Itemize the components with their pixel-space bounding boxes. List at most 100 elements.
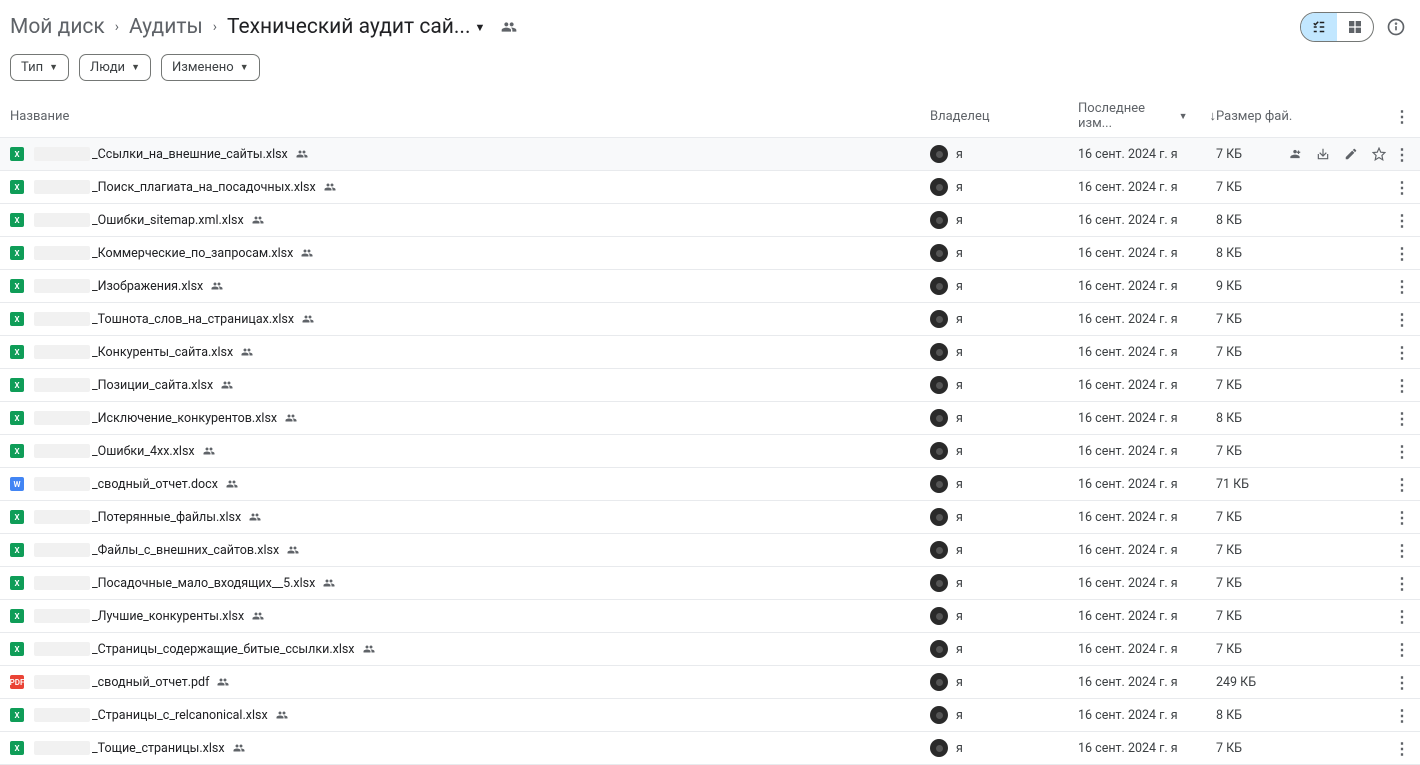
- share-icon[interactable]: [1288, 147, 1302, 161]
- list-view-button[interactable]: [1301, 13, 1337, 41]
- file-row[interactable]: X _Файлы_с_внешних_сайтов.xlsx я 16 сент…: [0, 534, 1420, 567]
- file-row[interactable]: X _Лучшие_конкуренты.xlsx я 16 сент. 202…: [0, 600, 1420, 633]
- shared-icon: [217, 676, 229, 688]
- xlsx-file-icon: X: [10, 378, 24, 392]
- avatar: [930, 508, 948, 526]
- breadcrumb-item-0[interactable]: Мой диск: [10, 15, 105, 39]
- row-more-button[interactable]: ⋮: [1396, 277, 1410, 296]
- file-row[interactable]: X _Ошибки_4xx.xlsx я 16 сент. 2024 г. я …: [0, 435, 1420, 468]
- row-more-button[interactable]: ⋮: [1396, 178, 1410, 197]
- col-header-name[interactable]: Название: [10, 109, 930, 124]
- file-size: 7 КБ: [1216, 642, 1396, 657]
- row-more-button[interactable]: ⋮: [1396, 211, 1410, 230]
- row-more-button[interactable]: ⋮: [1396, 475, 1410, 494]
- folder-shared-icon[interactable]: [501, 19, 517, 35]
- xlsx-file-icon: X: [10, 345, 24, 359]
- col-header-size[interactable]: Размер фай.: [1216, 109, 1396, 124]
- file-row[interactable]: X _Ссылки_на_внешние_сайты.xlsx я 16 сен…: [0, 138, 1420, 171]
- row-more-button[interactable]: ⋮: [1396, 607, 1410, 626]
- shared-icon: [203, 445, 215, 457]
- owner-label: я: [956, 345, 963, 360]
- xlsx-file-icon: X: [10, 411, 24, 425]
- file-size: 7 КБ: [1216, 543, 1396, 558]
- file-name: _Ошибки_sitemap.xml.xlsx: [92, 213, 930, 228]
- file-size: 7 КБ: [1216, 147, 1396, 162]
- file-row[interactable]: X _Страницы_содержащие_битые_ссылки.xlsx…: [0, 633, 1420, 666]
- row-more-button[interactable]: ⋮: [1396, 673, 1410, 692]
- file-row[interactable]: X _Исключение_конкурентов.xlsx я 16 сент…: [0, 402, 1420, 435]
- file-list: X _Ссылки_на_внешние_сайты.xlsx я 16 сен…: [0, 138, 1420, 765]
- file-row[interactable]: X _Потерянные_файлы.xlsx я 16 сент. 2024…: [0, 501, 1420, 534]
- breadcrumb-item-1[interactable]: Аудиты: [129, 15, 203, 39]
- file-name: _Позиции_сайта.xlsx: [92, 378, 930, 393]
- file-size: 7 КБ: [1216, 741, 1396, 756]
- filter-people[interactable]: Люди ▼: [79, 54, 151, 81]
- file-modified: 16 сент. 2024 г. я: [1078, 378, 1216, 393]
- file-modified: 16 сент. 2024 г. я: [1078, 246, 1216, 261]
- file-modified: 16 сент. 2024 г. я: [1078, 741, 1216, 756]
- xlsx-file-icon: X: [10, 312, 24, 326]
- avatar: [930, 310, 948, 328]
- file-name: _Файлы_с_внешних_сайтов.xlsx: [92, 543, 930, 558]
- chevron-right-icon: ›: [115, 19, 119, 35]
- header-more-button[interactable]: ⋮: [1396, 107, 1410, 126]
- row-more-button[interactable]: ⋮: [1396, 376, 1410, 395]
- row-more-button[interactable]: ⋮: [1396, 442, 1410, 461]
- file-name: _сводный_отчет.docx: [92, 477, 930, 492]
- row-more-button[interactable]: ⋮: [1396, 640, 1410, 659]
- row-more-button[interactable]: ⋮: [1396, 244, 1410, 263]
- row-more-button[interactable]: ⋮: [1396, 706, 1410, 725]
- redacted-prefix: [34, 741, 90, 755]
- row-more-button[interactable]: ⋮: [1396, 739, 1410, 758]
- redacted-prefix: [34, 708, 90, 722]
- col-header-modified-label: Последнее изм...: [1078, 101, 1175, 131]
- file-name: _Страницы_содержащие_битые_ссылки.xlsx: [92, 642, 930, 657]
- row-more-button[interactable]: ⋮: [1396, 145, 1410, 164]
- col-header-owner[interactable]: Владелец: [930, 109, 1078, 124]
- row-more-button[interactable]: ⋮: [1396, 541, 1410, 560]
- filter-type[interactable]: Тип ▼: [10, 54, 69, 81]
- owner-label: я: [956, 279, 963, 294]
- file-owner: я: [930, 574, 1078, 592]
- row-more-button[interactable]: ⋮: [1396, 574, 1410, 593]
- col-header-modified[interactable]: Последнее изм... ▼ ↓: [1078, 101, 1216, 131]
- row-more-button[interactable]: ⋮: [1396, 343, 1410, 362]
- file-modified: 16 сент. 2024 г. я: [1078, 675, 1216, 690]
- row-more-button[interactable]: ⋮: [1396, 508, 1410, 527]
- file-row[interactable]: X _Поиск_плагиата_на_посадочных.xlsx я 1…: [0, 171, 1420, 204]
- filter-modified[interactable]: Изменено ▼: [161, 54, 260, 81]
- file-row[interactable]: X _Тошнота_слов_на_страницах.xlsx я 16 с…: [0, 303, 1420, 336]
- file-row[interactable]: X _Страницы_с_relcanonical.xlsx я 16 сен…: [0, 699, 1420, 732]
- xlsx-file-icon: X: [10, 609, 24, 623]
- file-row[interactable]: PDF _сводный_отчет.pdf я 16 сент. 2024 г…: [0, 666, 1420, 699]
- file-name: _Конкуренты_сайта.xlsx: [92, 345, 930, 360]
- avatar: [930, 475, 948, 493]
- owner-label: я: [956, 411, 963, 426]
- file-row[interactable]: W _сводный_отчет.docx я 16 сент. 2024 г.…: [0, 468, 1420, 501]
- row-more-button[interactable]: ⋮: [1396, 409, 1410, 428]
- xlsx-file-icon: X: [10, 246, 24, 260]
- file-size: 7 КБ: [1216, 345, 1396, 360]
- file-row[interactable]: X _Коммерческие_по_запросам.xlsx я 16 се…: [0, 237, 1420, 270]
- file-row[interactable]: X _Конкуренты_сайта.xlsx я 16 сент. 2024…: [0, 336, 1420, 369]
- row-more-button[interactable]: ⋮: [1396, 310, 1410, 329]
- edit-icon[interactable]: [1344, 147, 1358, 161]
- file-owner: я: [930, 409, 1078, 427]
- file-row[interactable]: X _Позиции_сайта.xlsx я 16 сент. 2024 г.…: [0, 369, 1420, 402]
- star-icon[interactable]: [1372, 147, 1386, 161]
- file-row[interactable]: X _Тощие_страницы.xlsx я 16 сент. 2024 г…: [0, 732, 1420, 765]
- file-row[interactable]: X _Изображения.xlsx я 16 сент. 2024 г. я…: [0, 270, 1420, 303]
- file-row[interactable]: X _Ошибки_sitemap.xml.xlsx я 16 сент. 20…: [0, 204, 1420, 237]
- info-button[interactable]: [1382, 13, 1410, 41]
- file-row[interactable]: X _Посадочные_мало_входящих__5.xlsx я 16…: [0, 567, 1420, 600]
- owner-label: я: [956, 444, 963, 459]
- grid-view-button[interactable]: [1337, 13, 1373, 41]
- file-modified: 16 сент. 2024 г. я: [1078, 708, 1216, 723]
- filter-bar: Тип ▼ Люди ▼ Изменено ▼: [0, 50, 1420, 95]
- breadcrumb-item-current[interactable]: Технический аудит сай... ▼: [227, 15, 485, 39]
- download-icon[interactable]: [1316, 147, 1330, 161]
- file-name-text: _Тощие_страницы.xlsx: [92, 741, 225, 756]
- file-owner: я: [930, 310, 1078, 328]
- redacted-prefix: [34, 444, 90, 458]
- xlsx-file-icon: X: [10, 213, 24, 227]
